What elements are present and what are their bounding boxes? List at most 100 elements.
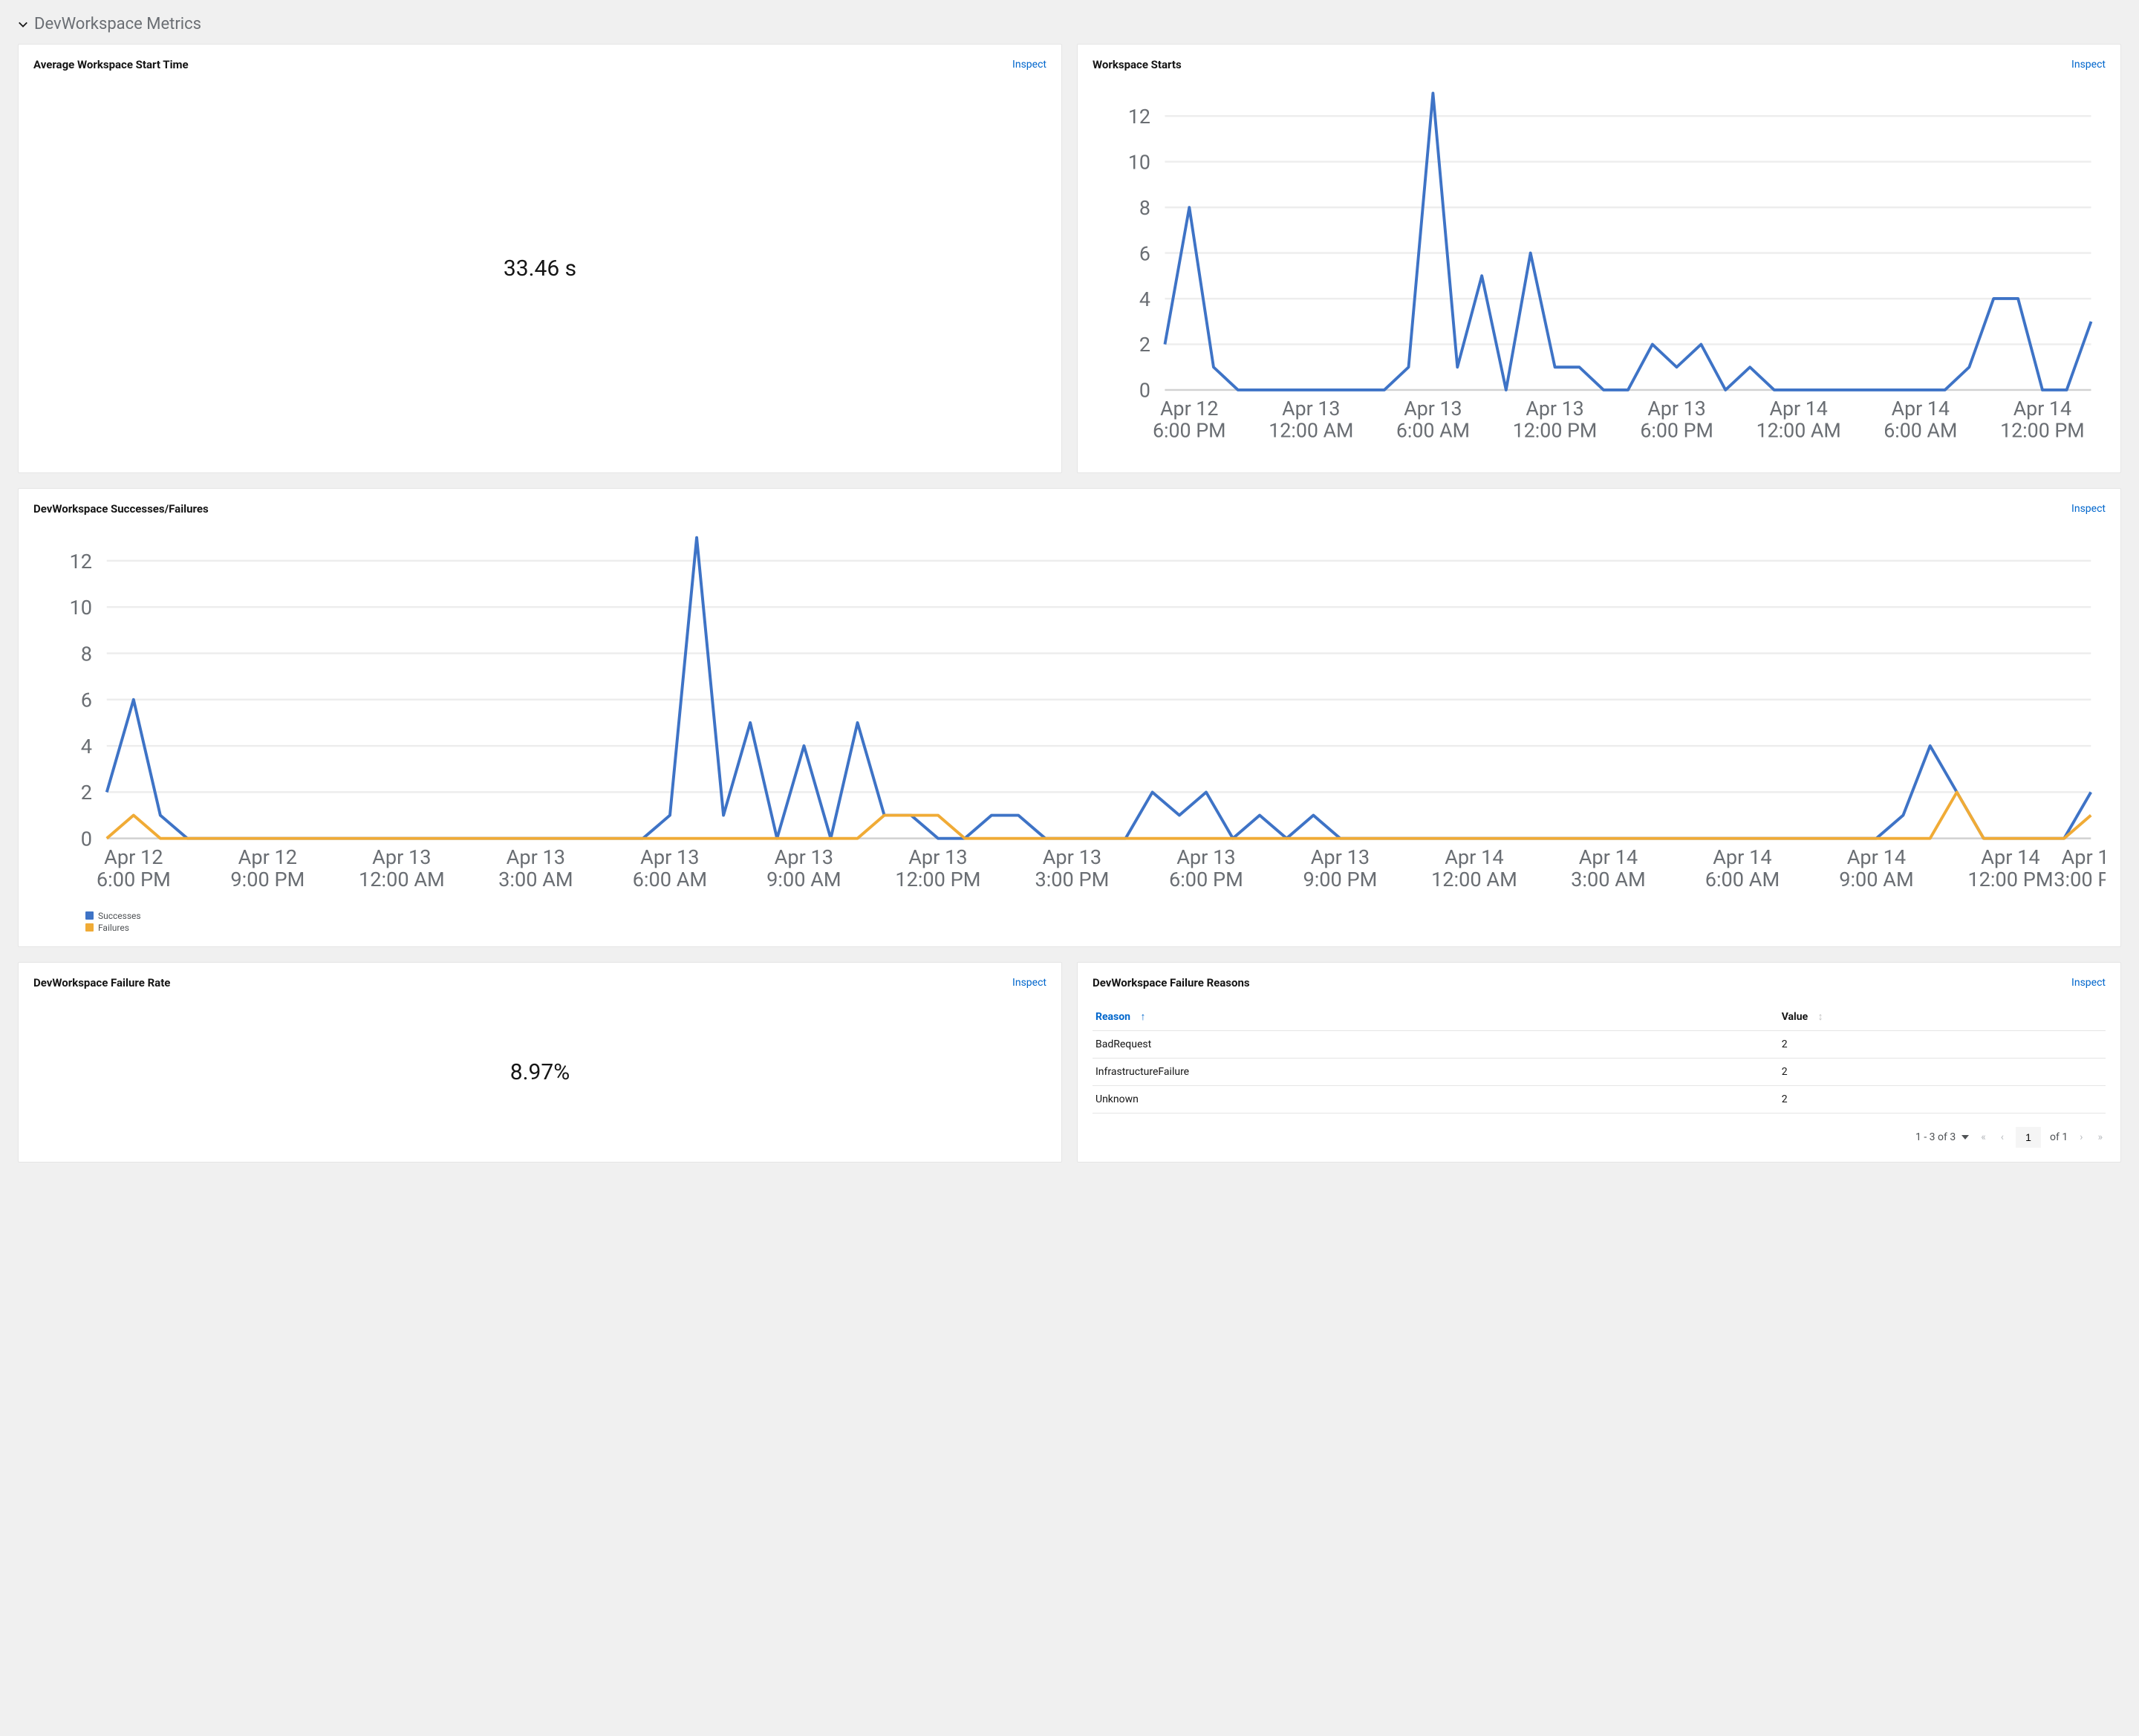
svg-text:Apr 13: Apr 13	[908, 845, 967, 869]
cell-reason: InfrastructureFailure	[1093, 1058, 1779, 1085]
legend-swatch-successes	[85, 911, 94, 920]
legend-item-failures: Failures	[85, 923, 2106, 933]
inspect-link[interactable]: Inspect	[2071, 977, 2106, 989]
column-header-label: Reason	[1095, 1011, 1130, 1023]
svg-text:Apr 13: Apr 13	[1311, 845, 1370, 869]
svg-text:Apr 14: Apr 14	[1445, 845, 1503, 869]
panel-failure-rate: DevWorkspace Failure Rate Inspect 8.97%	[18, 962, 1062, 1163]
sort-none-icon: ↕	[1818, 1011, 1823, 1023]
table-row: InfrastructureFailure 2	[1093, 1058, 2106, 1085]
panel-title: DevWorkspace Successes/Failures	[33, 502, 209, 516]
section-header[interactable]: DevWorkspace Metrics	[18, 15, 2121, 33]
avg-start-value: 33.46 s	[33, 79, 1046, 459]
svg-text:Apr 13: Apr 13	[1176, 845, 1235, 869]
svg-text:3:00 PM: 3:00 PM	[2054, 867, 2106, 891]
caret-down-icon	[1961, 1135, 1969, 1140]
panel-workspace-starts: Workspace Starts Inspect 024681012Apr 12…	[1077, 44, 2121, 473]
inspect-link[interactable]: Inspect	[2071, 503, 2106, 515]
legend-swatch-failures	[85, 923, 94, 932]
cell-value: 2	[1779, 1058, 2106, 1085]
pager-range-dropdown[interactable]: 1 - 3 of 3	[1915, 1131, 1969, 1143]
chart-workspace-starts: 024681012Apr 126:00 PMApr 1312:00 AMApr …	[1093, 79, 2106, 459]
failure-reasons-table: Reason ↑ Value ↕ BadRequest 2 Infrastruc…	[1093, 1003, 2106, 1114]
panel-title: DevWorkspace Failure Rate	[33, 976, 170, 989]
svg-text:6:00 PM: 6:00 PM	[1153, 418, 1226, 442]
svg-text:12: 12	[69, 549, 92, 573]
svg-text:10: 10	[69, 596, 92, 620]
failure-rate-value: 8.97%	[33, 997, 1046, 1148]
column-header-label: Value	[1782, 1011, 1808, 1023]
svg-text:12:00 PM: 12:00 PM	[1513, 418, 1598, 442]
svg-text:9:00 PM: 9:00 PM	[230, 867, 305, 891]
table-row: Unknown 2	[1093, 1085, 2106, 1113]
pager-of-label: of 1	[2050, 1131, 2068, 1143]
legend-label: Successes	[98, 911, 141, 921]
chevron-down-icon	[18, 19, 28, 30]
svg-text:3:00 AM: 3:00 AM	[498, 867, 573, 891]
svg-text:6:00 AM: 6:00 AM	[633, 867, 707, 891]
svg-text:6:00 AM: 6:00 AM	[1705, 867, 1780, 891]
svg-text:Apr 14: Apr 14	[1713, 845, 1771, 869]
panel-successes-failures: DevWorkspace Successes/Failures Inspect …	[18, 488, 2121, 947]
pager-prev-icon[interactable]: ‹	[1998, 1128, 2007, 1146]
panel-avg-start-time: Average Workspace Start Time Inspect 33.…	[18, 44, 1062, 473]
cell-value: 2	[1779, 1030, 2106, 1058]
svg-text:Apr 13: Apr 13	[1282, 397, 1340, 420]
legend-item-successes: Successes	[85, 911, 2106, 921]
svg-text:12: 12	[1128, 105, 1150, 129]
svg-text:12:00 PM: 12:00 PM	[1967, 867, 2053, 891]
svg-text:Apr 13: Apr 13	[1404, 397, 1462, 420]
svg-text:6:00 AM: 6:00 AM	[1396, 418, 1470, 442]
cell-value: 2	[1779, 1085, 2106, 1113]
svg-text:6: 6	[81, 688, 92, 712]
panel-title: Average Workspace Start Time	[33, 58, 189, 71]
column-header-value[interactable]: Value ↕	[1779, 1003, 2106, 1031]
svg-text:Apr 12: Apr 12	[238, 845, 297, 869]
pager-first-icon[interactable]: «	[1978, 1128, 1989, 1146]
svg-text:Apr 13: Apr 13	[1647, 397, 1705, 420]
pager-last-icon[interactable]: »	[2094, 1128, 2106, 1146]
pager-next-icon[interactable]: ›	[2077, 1128, 2086, 1146]
svg-text:12:00 AM: 12:00 AM	[1431, 867, 1517, 891]
svg-text:Apr 14: Apr 14	[1892, 397, 1950, 420]
table-row: BadRequest 2	[1093, 1030, 2106, 1058]
cell-reason: BadRequest	[1093, 1030, 1779, 1058]
svg-text:Apr 14: Apr 14	[2062, 845, 2106, 869]
svg-text:Apr 12: Apr 12	[104, 845, 163, 869]
svg-text:3:00 AM: 3:00 AM	[1571, 867, 1645, 891]
svg-text:4: 4	[81, 734, 92, 758]
svg-text:12:00 AM: 12:00 AM	[1269, 418, 1353, 442]
svg-text:Apr 13: Apr 13	[640, 845, 699, 869]
inspect-link[interactable]: Inspect	[1012, 59, 1046, 71]
svg-text:6:00 PM: 6:00 PM	[1640, 418, 1713, 442]
svg-text:Apr 13: Apr 13	[1043, 845, 1101, 869]
svg-text:8: 8	[1139, 196, 1150, 220]
svg-text:2: 2	[1139, 333, 1150, 357]
svg-text:Apr 12: Apr 12	[1160, 397, 1218, 420]
column-header-reason[interactable]: Reason ↑	[1093, 1003, 1779, 1031]
svg-text:Apr 14: Apr 14	[1770, 397, 1828, 420]
inspect-link[interactable]: Inspect	[2071, 59, 2106, 71]
svg-text:6:00 AM: 6:00 AM	[1884, 418, 1957, 442]
pager-page-input[interactable]	[2016, 1127, 2041, 1148]
svg-text:0: 0	[81, 827, 92, 851]
panel-failure-reasons: DevWorkspace Failure Reasons Inspect Rea…	[1077, 962, 2121, 1163]
inspect-link[interactable]: Inspect	[1012, 977, 1046, 989]
cell-reason: Unknown	[1093, 1085, 1779, 1113]
panel-title: DevWorkspace Failure Reasons	[1093, 976, 1250, 989]
section-title: DevWorkspace Metrics	[34, 15, 201, 33]
svg-text:Apr 13: Apr 13	[775, 845, 833, 869]
svg-text:12:00 AM: 12:00 AM	[359, 867, 445, 891]
svg-text:0: 0	[1139, 379, 1150, 403]
svg-text:4: 4	[1139, 287, 1150, 311]
svg-text:12:00 PM: 12:00 PM	[895, 867, 980, 891]
svg-text:9:00 AM: 9:00 AM	[1839, 867, 1913, 891]
svg-text:6:00 PM: 6:00 PM	[1169, 867, 1243, 891]
chart-successes-failures: 024681012Apr 126:00 PMApr 129:00 PMApr 1…	[33, 523, 2106, 908]
svg-text:Apr 14: Apr 14	[1981, 845, 2039, 869]
svg-text:Apr 14: Apr 14	[1847, 845, 1906, 869]
svg-text:12:00 PM: 12:00 PM	[2000, 418, 2085, 442]
pager: 1 - 3 of 3 « ‹ of 1 › »	[1093, 1127, 2106, 1148]
svg-text:Apr 14: Apr 14	[1579, 845, 1638, 869]
svg-text:2: 2	[81, 781, 92, 804]
